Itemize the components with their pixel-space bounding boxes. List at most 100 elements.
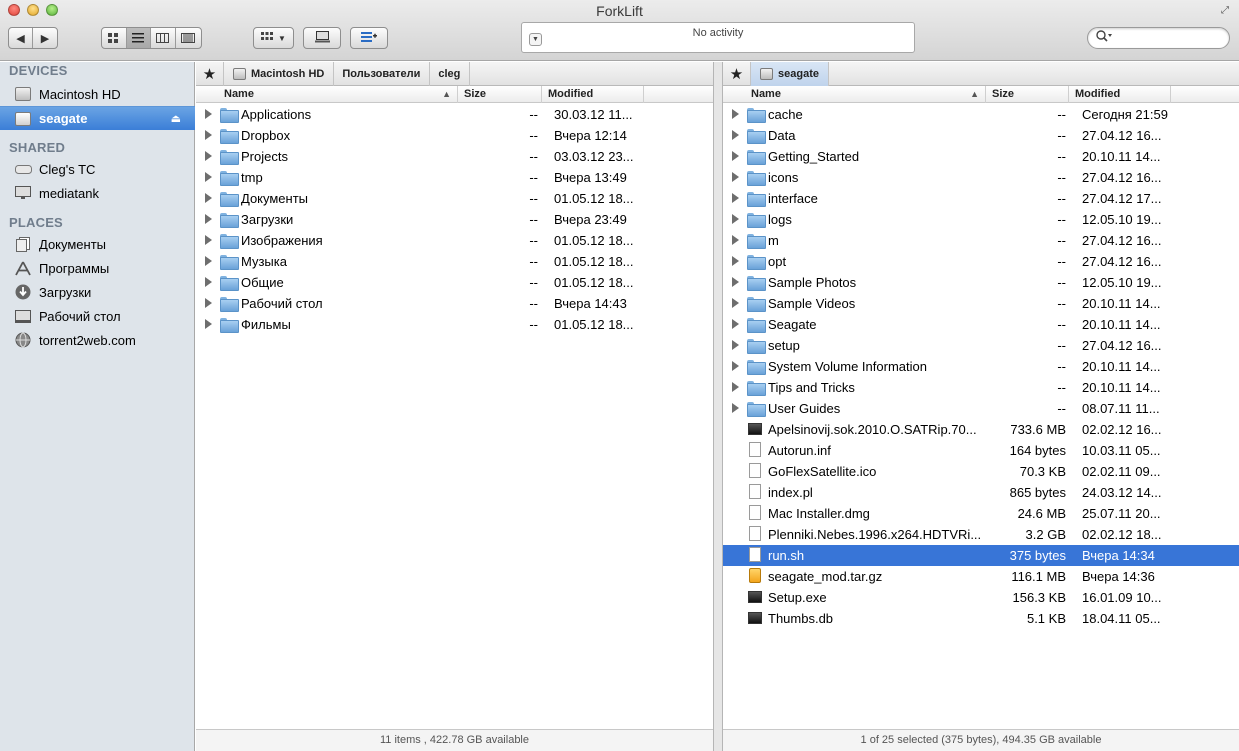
column-header-size[interactable]: Size bbox=[458, 86, 542, 103]
column-header-modified[interactable]: Modified bbox=[1069, 86, 1171, 103]
file-row[interactable]: Applications -- 30.03.12 11... bbox=[196, 104, 713, 125]
pane-splitter[interactable] bbox=[714, 62, 722, 751]
disclosure-triangle-icon[interactable] bbox=[732, 403, 739, 413]
disclosure-triangle-icon[interactable] bbox=[732, 172, 739, 182]
disclosure-triangle-icon[interactable] bbox=[205, 172, 212, 182]
disclosure-triangle-icon[interactable] bbox=[732, 340, 739, 350]
file-row[interactable]: Музыка -- 01.05.12 18... bbox=[196, 251, 713, 272]
disclosure-triangle-icon[interactable] bbox=[732, 277, 739, 287]
file-row[interactable]: Projects -- 03.03.12 23... bbox=[196, 146, 713, 167]
file-row[interactable]: System Volume Information -- 20.10.11 14..… bbox=[723, 356, 1239, 377]
file-row[interactable]: logs -- 12.05.10 19... bbox=[723, 209, 1239, 230]
sidebar-item-documents[interactable]: Документы bbox=[0, 232, 195, 256]
file-row[interactable]: Seagate -- 20.10.11 14... bbox=[723, 314, 1239, 335]
column-header-modified[interactable]: Modified bbox=[542, 86, 644, 103]
file-row[interactable]: Tips and Tricks -- 20.10.11 14... bbox=[723, 377, 1239, 398]
eject-icon[interactable]: ⏏ bbox=[171, 112, 181, 125]
file-row[interactable]: seagate_mod.tar.gz 116.1 MB Вчера 14:36 bbox=[723, 566, 1239, 587]
fullscreen-icon[interactable]: ⤢ bbox=[1221, 5, 1233, 17]
add-favorite-button[interactable] bbox=[350, 27, 388, 49]
disclosure-triangle-icon[interactable] bbox=[732, 130, 739, 140]
file-row[interactable]: Thumbs.db 5.1 KB 18.04.11 05... bbox=[723, 608, 1239, 629]
disclosure-triangle-icon[interactable] bbox=[205, 193, 212, 203]
breadcrumb-macintosh-hd[interactable]: Macintosh HD bbox=[224, 61, 335, 86]
sidebar-item-desktop[interactable]: Рабочий стол bbox=[0, 304, 195, 328]
disclosure-triangle-icon[interactable] bbox=[732, 214, 739, 224]
sidebar-item-mediatank[interactable]: mediatank bbox=[0, 181, 195, 205]
back-arrow-icon[interactable]: ◀ bbox=[9, 28, 34, 48]
disclosure-triangle-icon[interactable] bbox=[732, 235, 739, 245]
file-row[interactable]: Plenniki.Nebes.1996.x264.HDTVRi... 3.2 GB… bbox=[723, 524, 1239, 545]
disclosure-triangle-icon[interactable] bbox=[205, 256, 212, 266]
disclosure-triangle-icon[interactable] bbox=[732, 193, 739, 203]
disclosure-triangle-icon[interactable] bbox=[205, 109, 212, 119]
file-row[interactable]: Загрузки -- Вчера 23:49 bbox=[196, 209, 713, 230]
column-view-icon[interactable] bbox=[151, 28, 176, 48]
forward-arrow-icon[interactable]: ▶ bbox=[33, 28, 57, 48]
file-row[interactable]: icons -- 27.04.12 16... bbox=[723, 167, 1239, 188]
file-modified: 01.05.12 18... bbox=[554, 191, 634, 206]
list-view-icon[interactable] bbox=[126, 28, 152, 48]
file-row[interactable]: Sample Photos -- 12.05.10 19... bbox=[723, 272, 1239, 293]
sidebar-item-torrent2web[interactable]: torrent2web.com bbox=[0, 328, 195, 352]
monitor-icon bbox=[14, 185, 32, 201]
file-row[interactable]: Документы -- 01.05.12 18... bbox=[196, 188, 713, 209]
sidebar-item-macintosh-hd[interactable]: Macintosh HD bbox=[0, 82, 195, 106]
file-row[interactable]: GoFlexSatellite.ico 70.3 KB 02.02.11 09... bbox=[723, 461, 1239, 482]
favorite-star-icon[interactable]: ★ bbox=[196, 61, 224, 86]
column-header-name[interactable]: Name ▲ bbox=[723, 86, 986, 103]
sidebar-item-downloads[interactable]: Загрузки bbox=[0, 280, 195, 304]
breadcrumb-users[interactable]: Пользователи bbox=[334, 61, 431, 86]
sidebar-item-clegs-tc[interactable]: Cleg's TC bbox=[0, 157, 195, 181]
file-row[interactable]: run.sh 375 bytes Вчера 14:34 bbox=[723, 545, 1239, 566]
disclosure-triangle-icon[interactable] bbox=[732, 319, 739, 329]
archive-icon bbox=[747, 568, 764, 584]
connect-button[interactable] bbox=[303, 27, 341, 49]
file-row[interactable]: Setup.exe 156.3 KB 16.01.09 10... bbox=[723, 587, 1239, 608]
file-row[interactable]: opt -- 27.04.12 16... bbox=[723, 251, 1239, 272]
file-row[interactable]: Dropbox -- Вчера 12:14 bbox=[196, 125, 713, 146]
disclosure-triangle-icon[interactable] bbox=[205, 319, 212, 329]
disclosure-triangle-icon[interactable] bbox=[205, 277, 212, 287]
file-row[interactable]: Общие -- 01.05.12 18... bbox=[196, 272, 713, 293]
disclosure-triangle-icon[interactable] bbox=[732, 151, 739, 161]
file-row[interactable]: Autorun.inf 164 bytes 10.03.11 05... bbox=[723, 440, 1239, 461]
file-row[interactable]: Фильмы -- 01.05.12 18... bbox=[196, 314, 713, 335]
disclosure-triangle-icon[interactable] bbox=[732, 361, 739, 371]
file-row[interactable]: index.pl 865 bytes 24.03.12 14... bbox=[723, 482, 1239, 503]
disclosure-triangle-icon[interactable] bbox=[732, 382, 739, 392]
column-header-size[interactable]: Size bbox=[986, 86, 1069, 103]
file-row[interactable]: Рабочий стол -- Вчера 14:43 bbox=[196, 293, 713, 314]
file-row[interactable]: m -- 27.04.12 16... bbox=[723, 230, 1239, 251]
disclosure-triangle-icon[interactable] bbox=[205, 235, 212, 245]
file-row[interactable]: Getting_Started -- 20.10.11 14... bbox=[723, 146, 1239, 167]
disclosure-triangle-icon[interactable] bbox=[205, 298, 212, 308]
file-row[interactable]: tmp -- Вчера 13:49 bbox=[196, 167, 713, 188]
file-row[interactable]: setup -- 27.04.12 16... bbox=[723, 335, 1239, 356]
breadcrumb-seagate[interactable]: seagate bbox=[751, 61, 829, 86]
arrange-menu-button[interactable]: ▼ bbox=[253, 27, 294, 49]
file-row[interactable]: Изображения -- 01.05.12 18... bbox=[196, 230, 713, 251]
file-row[interactable]: Data -- 27.04.12 16... bbox=[723, 125, 1239, 146]
activity-panel[interactable]: ▼ No activity bbox=[521, 22, 915, 53]
file-row[interactable]: cache -- Сегодня 21:59 bbox=[723, 104, 1239, 125]
coverflow-view-icon[interactable] bbox=[176, 28, 201, 48]
file-row[interactable]: Apelsinovij.sok.2010.O.SATRip.70... 733.6… bbox=[723, 419, 1239, 440]
sidebar-item-applications[interactable]: Программы bbox=[0, 256, 195, 280]
icon-view-icon[interactable] bbox=[102, 28, 127, 48]
disclosure-triangle-icon[interactable] bbox=[205, 130, 212, 140]
disclosure-triangle-icon[interactable] bbox=[732, 298, 739, 308]
file-row[interactable]: Sample Videos -- 20.10.11 14... bbox=[723, 293, 1239, 314]
file-row[interactable]: interface -- 27.04.12 17... bbox=[723, 188, 1239, 209]
disclosure-triangle-icon[interactable] bbox=[205, 214, 212, 224]
file-row[interactable]: User Guides -- 08.07.11 11... bbox=[723, 398, 1239, 419]
favorite-star-icon[interactable]: ★ bbox=[723, 61, 751, 86]
breadcrumb-cleg[interactable]: cleg bbox=[430, 61, 471, 86]
column-header-name[interactable]: Name ▲ bbox=[196, 86, 458, 103]
disclosure-triangle-icon[interactable] bbox=[732, 256, 739, 266]
file-row[interactable]: Mac Installer.dmg 24.6 MB 25.07.11 20... bbox=[723, 503, 1239, 524]
search-input[interactable] bbox=[1087, 27, 1230, 49]
disclosure-triangle-icon[interactable] bbox=[205, 151, 212, 161]
sidebar-item-seagate[interactable]: seagate ⏏ bbox=[0, 106, 195, 130]
disclosure-triangle-icon[interactable] bbox=[732, 109, 739, 119]
